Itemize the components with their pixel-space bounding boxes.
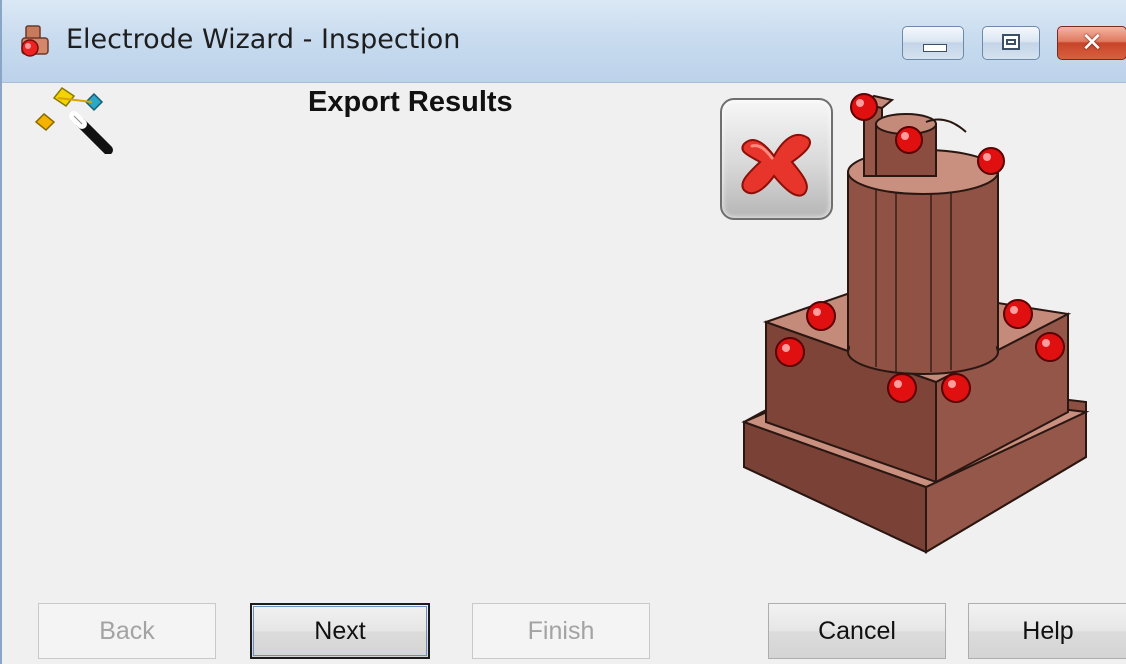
electrode-wizard-app-icon[interactable] bbox=[18, 24, 54, 60]
next-button[interactable]: Next bbox=[250, 603, 430, 659]
help-button[interactable]: Help bbox=[968, 603, 1126, 659]
cancel-button[interactable]: Cancel bbox=[768, 603, 946, 659]
minimize-icon bbox=[923, 44, 947, 52]
fail-x-icon bbox=[741, 133, 811, 197]
restore-icon bbox=[1002, 34, 1020, 50]
window-title: Electrode Wizard - Inspection bbox=[66, 24, 461, 55]
wizard-window: Electrode Wizard - Inspection ✕ Export R… bbox=[0, 0, 1126, 664]
page-title: Export Results bbox=[308, 86, 513, 118]
maximize-button[interactable] bbox=[982, 26, 1040, 60]
minimize-button[interactable] bbox=[902, 26, 964, 60]
close-icon: ✕ bbox=[1081, 28, 1103, 58]
title-bar[interactable]: Electrode Wizard - Inspection ✕ bbox=[2, 0, 1126, 83]
status-badge bbox=[720, 98, 833, 220]
finish-button[interactable]: Finish bbox=[472, 603, 650, 659]
wand-icon bbox=[34, 86, 113, 154]
close-button[interactable]: ✕ bbox=[1057, 26, 1126, 60]
back-button[interactable]: Back bbox=[38, 603, 216, 659]
